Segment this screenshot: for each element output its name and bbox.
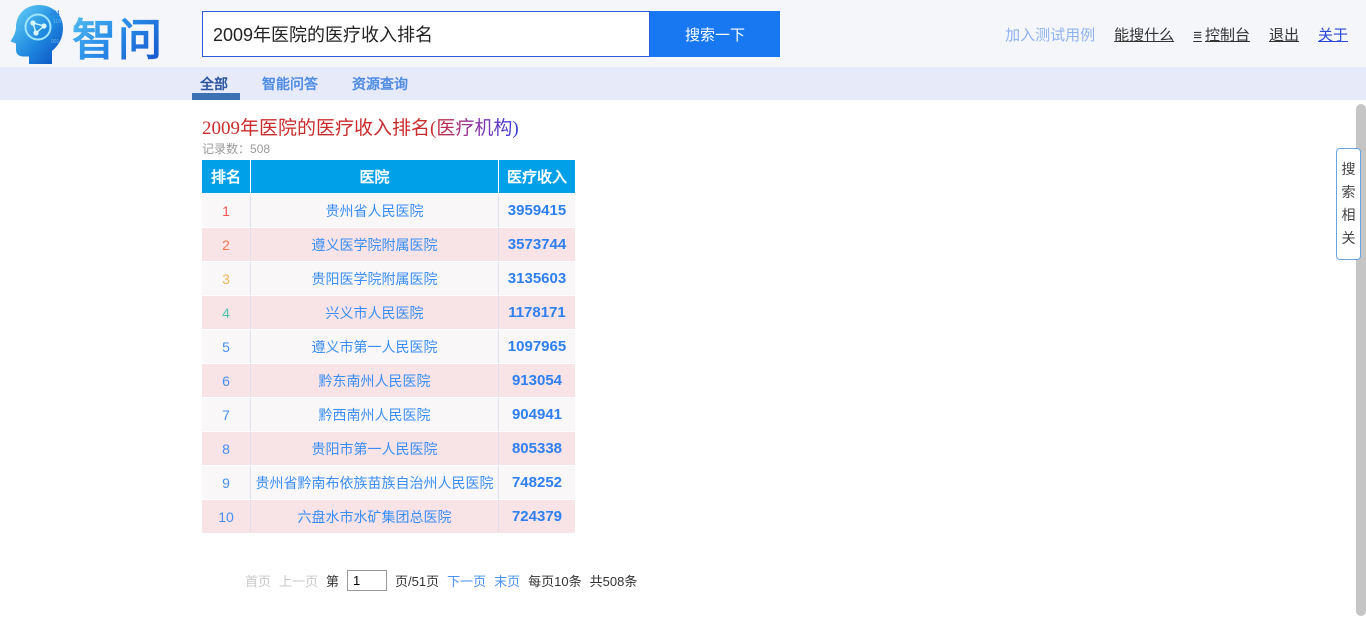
search-input[interactable] bbox=[202, 11, 650, 57]
pagination-next[interactable]: 下一页 bbox=[447, 571, 486, 590]
table-row: 8贵阳市第一人民医院805338 bbox=[202, 432, 575, 465]
hospital-link[interactable]: 兴义市人民医院 bbox=[250, 296, 498, 329]
svg-text:001: 001 bbox=[51, 39, 60, 45]
tab-smart-qa[interactable]: 智能问答 bbox=[262, 74, 318, 94]
revenue-cell: 748252 bbox=[498, 466, 575, 499]
app-logo[interactable]: 101 110 001 智问 bbox=[8, 3, 164, 69]
hospital-link[interactable]: 遵义市第一人民医院 bbox=[250, 330, 498, 363]
table-row: 2遵义医学院附属医院3573744 bbox=[202, 228, 575, 261]
table-row: 4兴义市人民医院1178171 bbox=[202, 296, 575, 329]
nav-about[interactable]: 关于 bbox=[1318, 24, 1348, 45]
header: 101 110 001 智问 搜索一下 加入测试用例 能搜什么 ≡控制台 退出 … bbox=[0, 0, 1366, 67]
revenue-cell: 805338 bbox=[498, 432, 575, 465]
rank-cell: 9 bbox=[202, 466, 250, 499]
pagination-page-prefix: 第 bbox=[326, 571, 339, 590]
nav-logout[interactable]: 退出 bbox=[1269, 24, 1299, 45]
hospital-link[interactable]: 贵阳市第一人民医院 bbox=[250, 432, 498, 465]
brain-head-logo-icon: 101 110 001 bbox=[8, 3, 66, 69]
table-row: 3贵阳医学院附属医院3135603 bbox=[202, 262, 575, 295]
table-row: 1贵州省人民医院3959415 bbox=[202, 194, 575, 227]
svg-text:110: 110 bbox=[53, 19, 61, 25]
nav-what-can-search[interactable]: 能搜什么 bbox=[1114, 24, 1174, 45]
table-row: 9贵州省黔南布依族苗族自治州人民医院748252 bbox=[202, 466, 575, 499]
table-row: 10六盘水市水矿集团总医院724379 bbox=[202, 500, 575, 533]
rank-cell: 3 bbox=[202, 262, 250, 295]
tab-all[interactable]: 全部 bbox=[200, 74, 228, 94]
active-tab-underline bbox=[192, 93, 240, 100]
table-row: 6黔东南州人民医院913054 bbox=[202, 364, 575, 397]
tab-resource-query[interactable]: 资源查询 bbox=[352, 74, 408, 94]
hospital-link[interactable]: 黔东南州人民医院 bbox=[250, 364, 498, 397]
hamburger-menu-icon: ≡ bbox=[1193, 27, 1202, 44]
result-title: 2009年医院的医疗收入排名(医疗机构) bbox=[202, 113, 519, 140]
table-header-row: 排名 医院 医疗收入 bbox=[202, 160, 575, 193]
search-button[interactable]: 搜索一下 bbox=[650, 11, 780, 57]
revenue-cell: 1097965 bbox=[498, 330, 575, 363]
svg-text:101: 101 bbox=[50, 11, 61, 17]
pagination: 首页 上一页 第 页/51页 下一页 末页 每页10条 共508条 bbox=[245, 570, 637, 591]
nav-console[interactable]: ≡控制台 bbox=[1193, 24, 1250, 45]
pagination-prev[interactable]: 上一页 bbox=[279, 571, 318, 590]
revenue-cell: 904941 bbox=[498, 398, 575, 431]
rank-cell: 8 bbox=[202, 432, 250, 465]
rank-cell: 1 bbox=[202, 194, 250, 227]
pagination-per-page: 每页10条 bbox=[528, 571, 581, 590]
pagination-page-input[interactable] bbox=[347, 570, 387, 591]
table-row: 7黔西南州人民医院904941 bbox=[202, 398, 575, 431]
rank-cell: 2 bbox=[202, 228, 250, 261]
revenue-cell: 1178171 bbox=[498, 296, 575, 329]
ranking-table: 排名 医院 医疗收入 1贵州省人民医院39594152遵义医学院附属医院3573… bbox=[202, 160, 575, 533]
table-row: 5遵义市第一人民医院1097965 bbox=[202, 330, 575, 363]
revenue-cell: 724379 bbox=[498, 500, 575, 533]
col-header-hospital: 医院 bbox=[250, 160, 498, 193]
logo-text: 智问 bbox=[72, 4, 164, 68]
record-count: 记录数：508 bbox=[202, 140, 270, 157]
hospital-link[interactable]: 贵阳医学院附属医院 bbox=[250, 262, 498, 295]
revenue-cell: 3959415 bbox=[498, 194, 575, 227]
rank-cell: 10 bbox=[202, 500, 250, 533]
hospital-link[interactable]: 黔西南州人民医院 bbox=[250, 398, 498, 431]
result-title-category: (医疗机构) bbox=[430, 118, 519, 139]
col-header-revenue: 医疗收入 bbox=[498, 160, 575, 193]
main-content: 2009年医院的医疗收入排名(医疗机构) 记录数：508 排名 医院 医疗收入 … bbox=[0, 100, 1366, 626]
pagination-total: 共508条 bbox=[590, 571, 638, 590]
rank-cell: 6 bbox=[202, 364, 250, 397]
revenue-cell: 3573744 bbox=[498, 228, 575, 261]
revenue-cell: 3135603 bbox=[498, 262, 575, 295]
hospital-link[interactable]: 六盘水市水矿集团总医院 bbox=[250, 500, 498, 533]
rank-cell: 5 bbox=[202, 330, 250, 363]
tab-bar: 全部 智能问答 资源查询 bbox=[0, 67, 1366, 100]
hospital-link[interactable]: 遵义医学院附属医院 bbox=[250, 228, 498, 261]
pagination-last[interactable]: 末页 bbox=[494, 571, 520, 590]
pagination-page-suffix: 页/51页 bbox=[395, 571, 439, 590]
top-nav: 加入测试用例 能搜什么 ≡控制台 退出 关于 bbox=[1005, 24, 1348, 45]
pagination-first[interactable]: 首页 bbox=[245, 571, 271, 590]
nav-join-test-case[interactable]: 加入测试用例 bbox=[1005, 24, 1095, 45]
col-header-rank: 排名 bbox=[202, 160, 250, 193]
revenue-cell: 913054 bbox=[498, 364, 575, 397]
search-related-panel[interactable]: 搜索相关 bbox=[1336, 148, 1361, 260]
rank-cell: 7 bbox=[202, 398, 250, 431]
table-body: 1贵州省人民医院39594152遵义医学院附属医院35737443贵阳医学院附属… bbox=[202, 194, 575, 533]
hospital-link[interactable]: 贵州省黔南布依族苗族自治州人民医院 bbox=[250, 466, 498, 499]
rank-cell: 4 bbox=[202, 296, 250, 329]
hospital-link[interactable]: 贵州省人民医院 bbox=[250, 194, 498, 227]
